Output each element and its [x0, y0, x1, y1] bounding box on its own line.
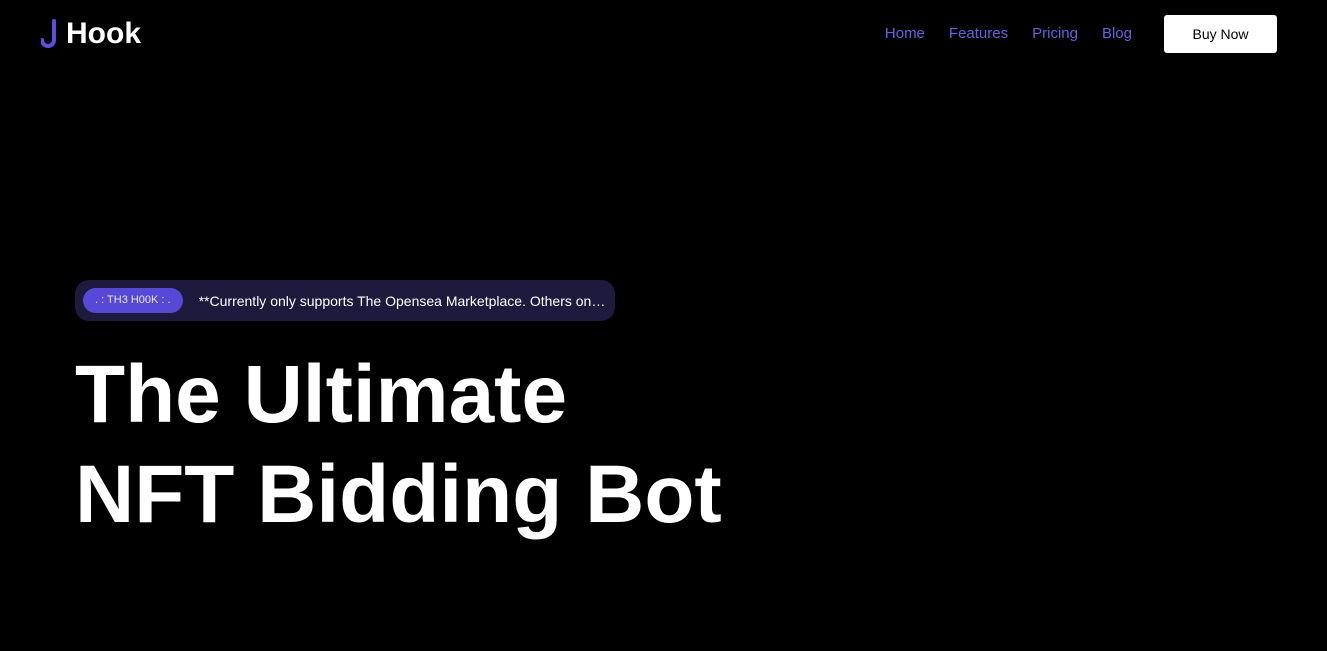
site-header: Hook Home Features Pricing Blog Buy Now — [0, 0, 1327, 68]
nav-item-pricing[interactable]: Pricing — [1032, 22, 1078, 46]
announcement-tag: . : TH3 H00K : . — [83, 288, 183, 313]
brand-name: Hook — [66, 17, 141, 50]
hero-title: The Ultimate NFT Bidding Bot — [75, 345, 722, 545]
hook-icon — [41, 19, 56, 48]
nav-item-home[interactable]: Home — [885, 22, 925, 46]
main-nav: Home Features Pricing Blog — [885, 22, 1132, 46]
nav-item-features[interactable]: Features — [949, 22, 1008, 46]
nav-item-blog[interactable]: Blog — [1102, 22, 1132, 46]
landing-page: Hook Home Features Pricing Blog Buy Now … — [0, 0, 1327, 651]
announcement-banner[interactable]: . : TH3 H00K : . **Currently only suppor… — [75, 280, 615, 321]
announcement-text: **Currently only supports The Opensea Ma… — [198, 292, 609, 309]
buy-now-button[interactable]: Buy Now — [1164, 15, 1277, 53]
brand-logo-link[interactable]: Hook — [41, 16, 141, 52]
hero-title-line-1: The Ultimate — [75, 349, 568, 440]
hero-title-line-2: NFT Bidding Bot — [75, 449, 722, 540]
